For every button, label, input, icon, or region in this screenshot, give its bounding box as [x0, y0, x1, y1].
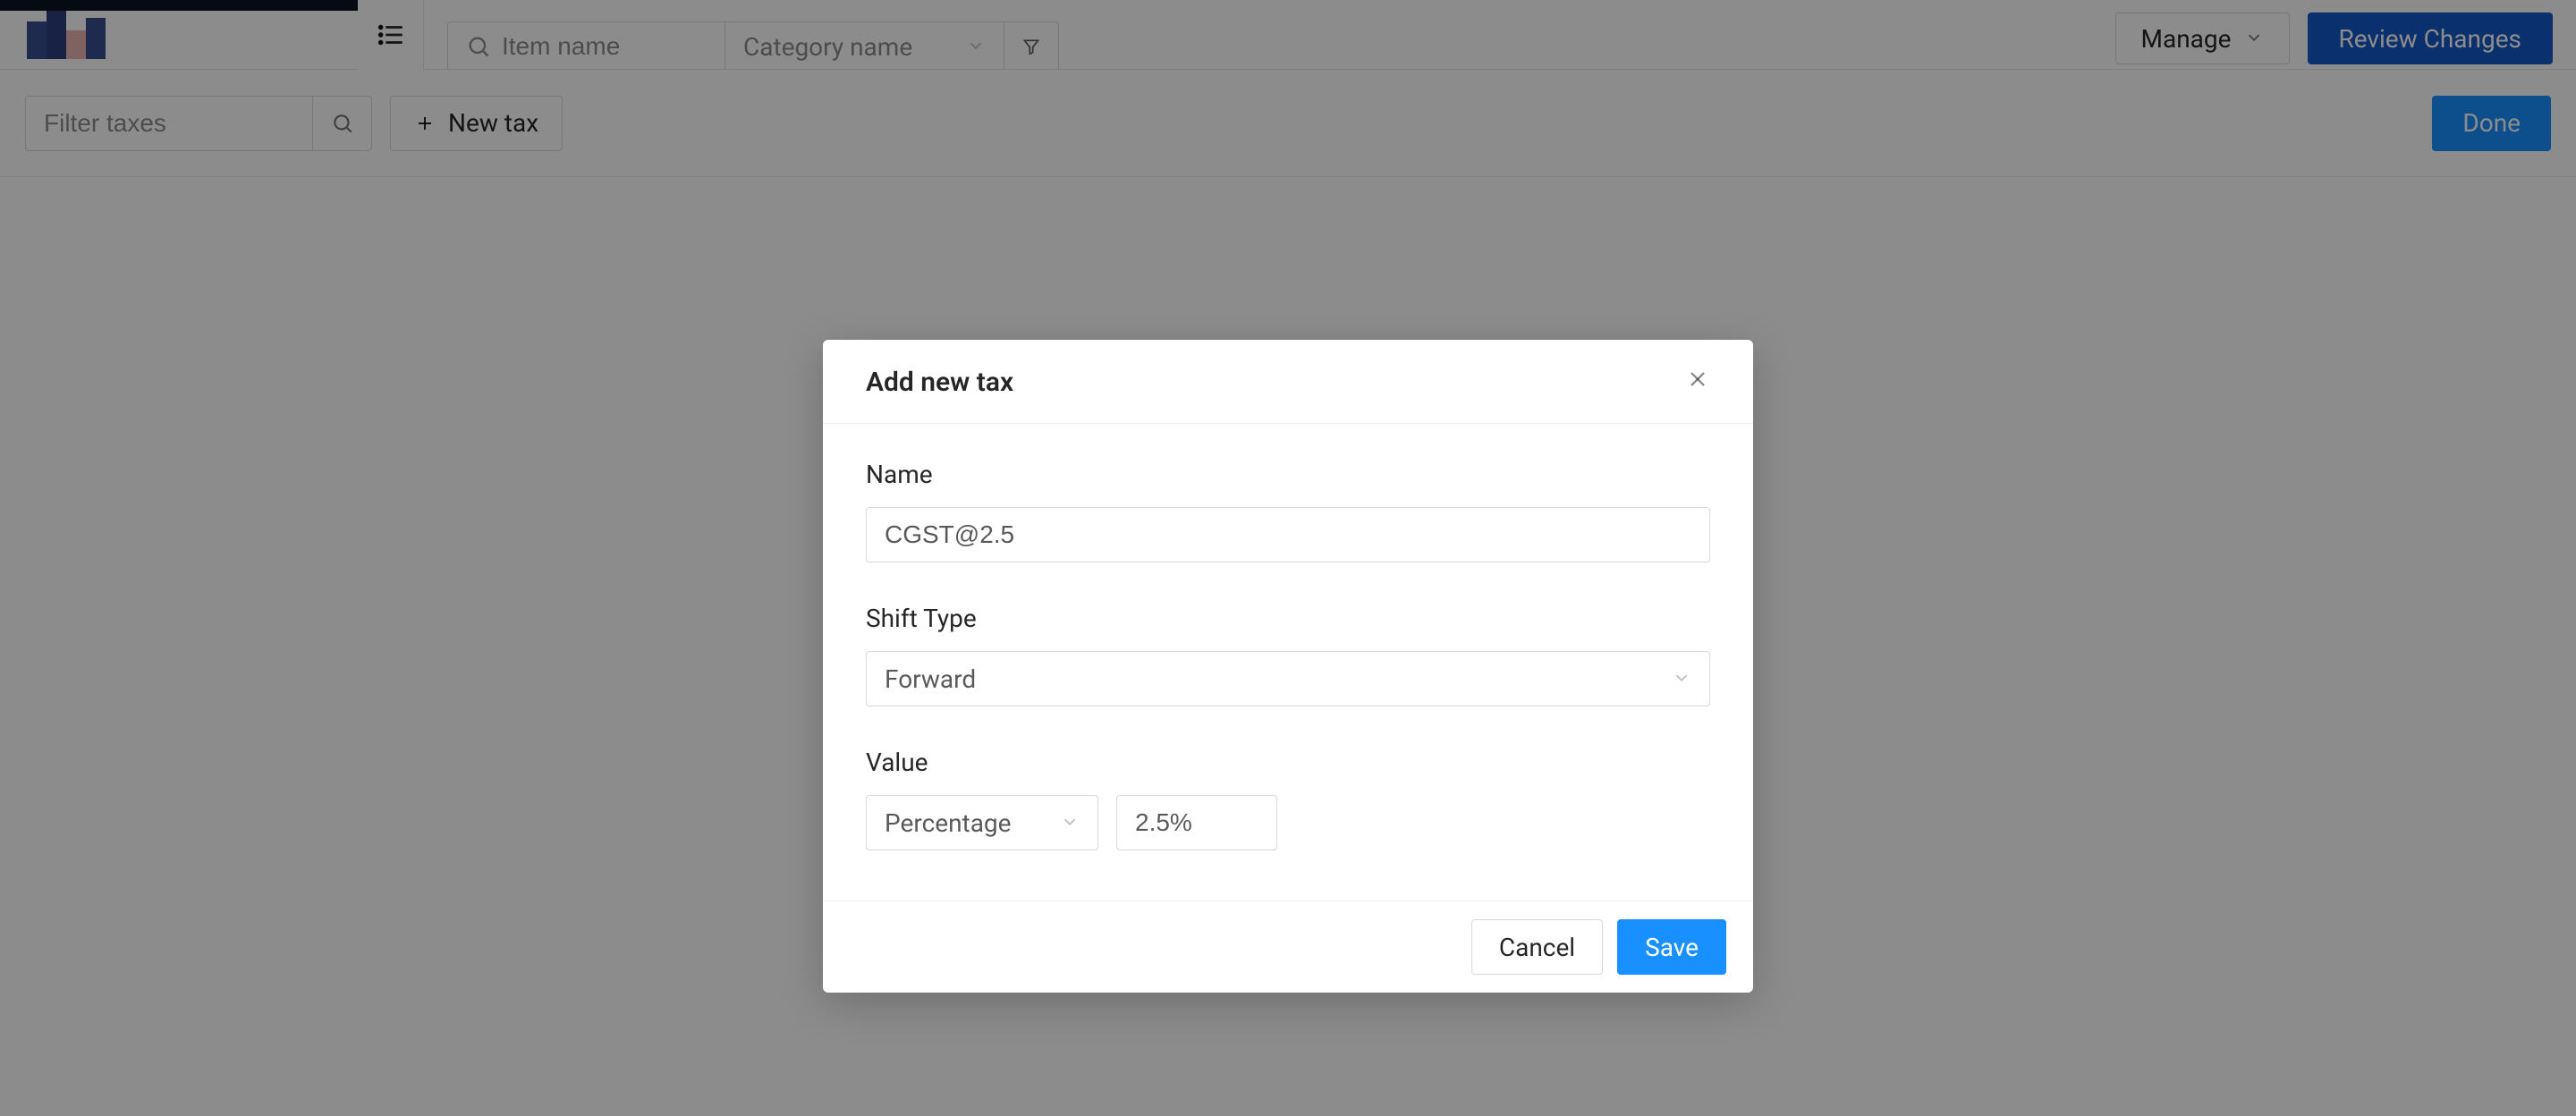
modal-header: Add new tax — [823, 340, 1753, 424]
chevron-down-icon — [1672, 664, 1691, 694]
save-label: Save — [1645, 933, 1699, 962]
value-row: Percentage — [866, 795, 1710, 850]
value-amount-input[interactable] — [1116, 795, 1277, 850]
cancel-label: Cancel — [1499, 933, 1575, 962]
value-type-select[interactable]: Percentage — [866, 795, 1098, 850]
close-icon — [1685, 367, 1710, 392]
save-button[interactable]: Save — [1617, 919, 1726, 975]
shift-type-select[interactable]: Forward — [866, 651, 1710, 706]
modal-footer: Cancel Save — [823, 900, 1753, 993]
name-label: Name — [866, 460, 1710, 489]
value-type-value: Percentage — [885, 808, 1012, 838]
modal-title: Add new tax — [866, 367, 1013, 398]
name-input[interactable] — [866, 507, 1710, 562]
shift-type-field: Shift Type Forward — [866, 604, 1710, 706]
cancel-button[interactable]: Cancel — [1471, 919, 1603, 975]
value-field: Value Percentage — [866, 748, 1710, 850]
name-field: Name — [866, 460, 1710, 562]
modal-body: Name Shift Type Forward Value Percentage — [823, 424, 1753, 900]
modal-close-button[interactable] — [1685, 367, 1710, 398]
value-label: Value — [866, 748, 1710, 777]
add-tax-modal: Add new tax Name Shift Type Forward Valu… — [823, 340, 1753, 993]
shift-type-value: Forward — [885, 664, 976, 694]
shift-type-label: Shift Type — [866, 604, 1710, 633]
chevron-down-icon — [1060, 808, 1080, 838]
